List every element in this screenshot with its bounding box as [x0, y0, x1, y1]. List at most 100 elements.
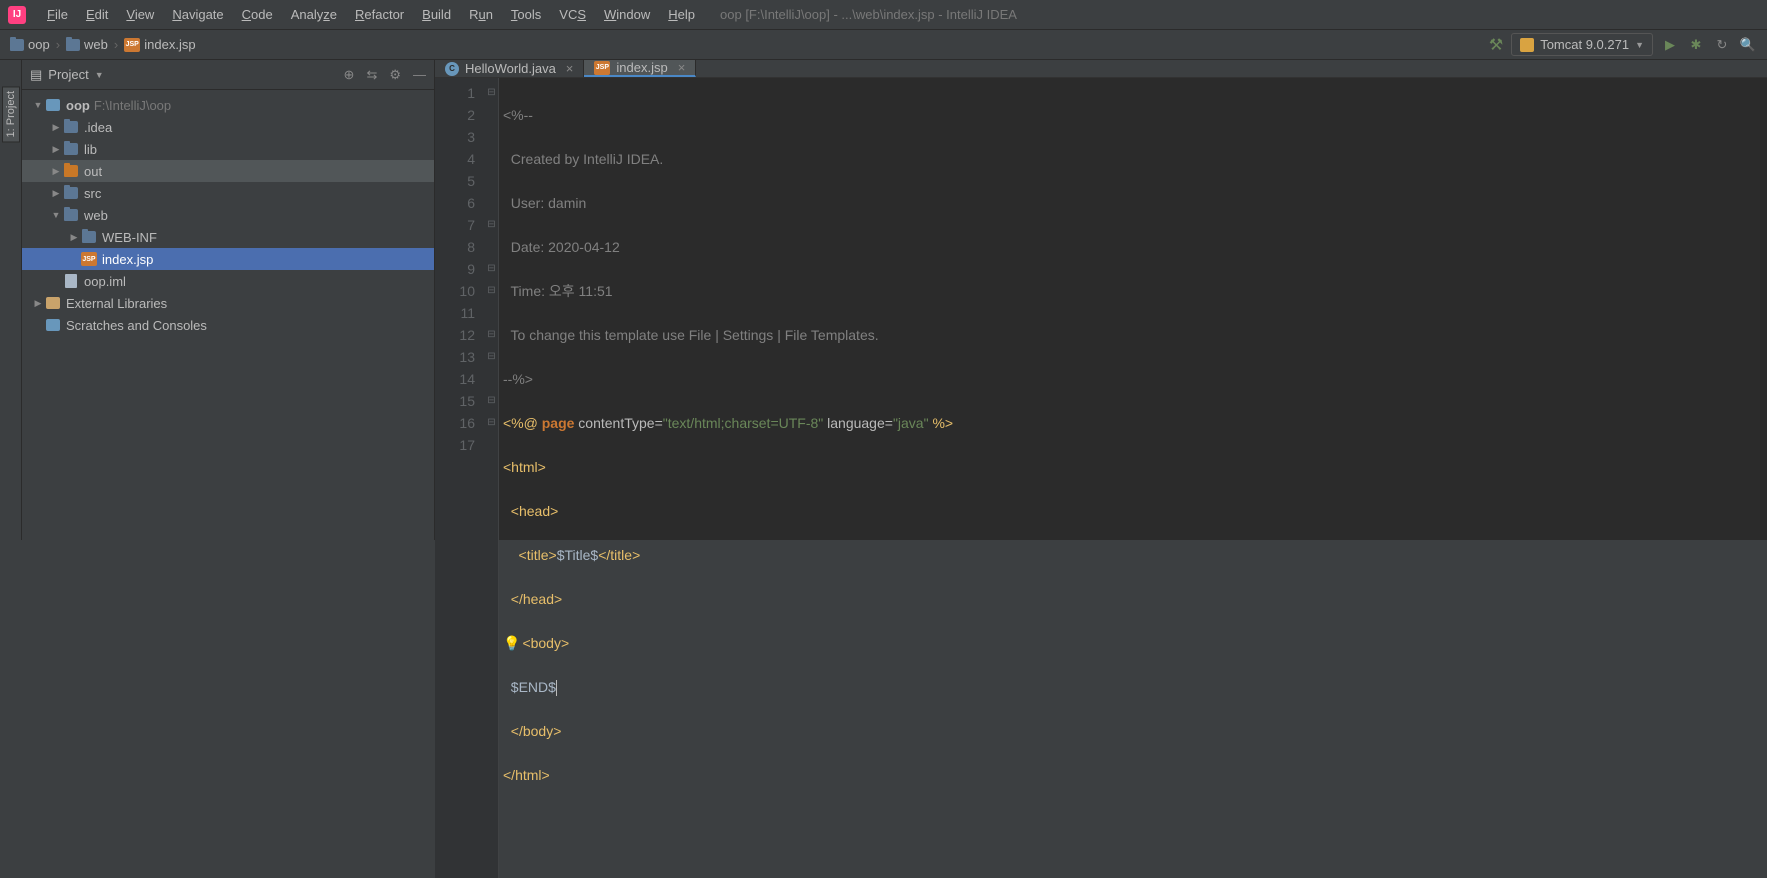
folder-icon — [82, 231, 96, 243]
arrow-down-icon[interactable]: ▼ — [32, 100, 44, 110]
editor-body[interactable]: 1234567891011121314151617 ⊟⊟⊟⊟⊟⊟⊟⊟ <%-- … — [435, 78, 1767, 878]
fold-end-icon[interactable]: ⊟ — [485, 390, 498, 412]
tree-extlib[interactable]: ▶External Libraries — [22, 292, 434, 314]
arrow-right-icon[interactable]: ▶ — [50, 166, 62, 177]
fold-start-icon[interactable]: ⊟ — [485, 82, 498, 104]
chevron-right-icon: › — [114, 37, 118, 52]
library-icon — [46, 297, 60, 309]
menu-build[interactable]: Build — [413, 7, 460, 22]
fold-end-icon[interactable]: ⊟ — [485, 324, 498, 346]
menu-refactor[interactable]: Refactor — [346, 7, 413, 22]
fold-start-icon[interactable]: ⊟ — [485, 258, 498, 280]
project-panel: ▤ Project ▼ ⊕ ⇆ ⚙ — ▼oopF:\IntelliJ\oop … — [22, 60, 435, 540]
tree-lib[interactable]: ▶lib — [22, 138, 434, 160]
close-tab-icon[interactable]: × — [566, 61, 574, 76]
jsp-icon: JSP — [594, 61, 610, 75]
tree-oopiml[interactable]: oop.iml — [22, 270, 434, 292]
jsp-icon: JSP — [81, 252, 97, 266]
fold-gutter[interactable]: ⊟⊟⊟⊟⊟⊟⊟⊟ — [485, 78, 499, 878]
search-everywhere-button[interactable]: 🔍 — [1739, 36, 1757, 54]
tab-helloworld[interactable]: C HelloWorld.java × — [435, 60, 584, 77]
run-button[interactable]: ▶ — [1661, 36, 1679, 54]
intention-bulb-icon[interactable]: 💡 — [503, 635, 520, 651]
code-area[interactable]: <%-- Created by IntelliJ IDEA. User: dam… — [499, 78, 1767, 878]
arrow-right-icon[interactable]: ▶ — [50, 188, 62, 199]
text-caret — [556, 680, 557, 696]
folder-icon — [64, 187, 78, 199]
crumb-indexjsp[interactable]: JSPindex.jsp — [124, 37, 195, 52]
menu-help[interactable]: Help — [659, 7, 704, 22]
tree-src[interactable]: ▶src — [22, 182, 434, 204]
crumb-web[interactable]: web — [66, 37, 108, 52]
tree-indexjsp[interactable]: JSPindex.jsp — [22, 248, 434, 270]
tree-web[interactable]: ▼web — [22, 204, 434, 226]
project-tool-tab[interactable]: 1: Project — [2, 86, 20, 142]
arrow-right-icon[interactable]: ▶ — [32, 298, 44, 309]
breadcrumb: oop › web › JSPindex.jsp — [10, 37, 196, 52]
fold-end-icon[interactable]: ⊟ — [485, 214, 498, 236]
expand-icon[interactable]: ⇆ — [366, 67, 377, 83]
chevron-down-icon: ▼ — [1635, 40, 1644, 50]
folder-icon — [66, 39, 80, 51]
menu-file[interactable]: File — [38, 7, 77, 22]
fold-start-icon[interactable]: ⊟ — [485, 346, 498, 368]
project-tree[interactable]: ▼oopF:\IntelliJ\oop ▶.idea ▶lib ▶out ▶sr… — [22, 90, 434, 340]
tree-scratch[interactable]: Scratches and Consoles — [22, 314, 434, 336]
module-icon — [46, 99, 60, 111]
menu-analyze[interactable]: Analyze — [282, 7, 346, 22]
run-config-label: Tomcat 9.0.271 — [1540, 37, 1629, 52]
arrow-right-icon[interactable]: ▶ — [50, 144, 62, 155]
tree-webinf[interactable]: ▶WEB-INF — [22, 226, 434, 248]
tool-window-left-bar: 1: Project — [0, 60, 22, 540]
toolbar-right: ⚒ Tomcat 9.0.271 ▼ ▶ ✱ ↻ 🔍 — [1489, 33, 1757, 56]
app-icon: IJ — [8, 6, 26, 24]
file-icon — [65, 274, 77, 288]
crumb-oop[interactable]: oop — [10, 37, 50, 52]
tree-root[interactable]: ▼oopF:\IntelliJ\oop — [22, 94, 434, 116]
menu-vcs[interactable]: VCS — [550, 7, 595, 22]
hide-panel-icon[interactable]: — — [413, 67, 426, 83]
menu-code[interactable]: Code — [233, 7, 282, 22]
line-number-gutter[interactable]: 1234567891011121314151617 — [435, 78, 485, 878]
editor-tabs: C HelloWorld.java × JSP index.jsp × — [435, 60, 1767, 78]
locate-icon[interactable]: ⊕ — [344, 67, 355, 83]
debug-button[interactable]: ✱ — [1687, 36, 1705, 54]
folder-icon — [64, 165, 78, 177]
close-tab-icon[interactable]: × — [678, 60, 686, 75]
menu-navigate[interactable]: Navigate — [163, 7, 232, 22]
menu-edit[interactable]: Edit — [77, 7, 117, 22]
fold-start-icon[interactable]: ⊟ — [485, 280, 498, 302]
menu-window[interactable]: Window — [595, 7, 659, 22]
project-view-select[interactable]: ▤ Project ▼ — [30, 67, 104, 83]
tomcat-icon — [1520, 38, 1534, 52]
menu-bar: IJ File Edit View Navigate Code Analyze … — [0, 0, 1767, 30]
folder-icon — [64, 121, 78, 133]
editor-area: C HelloWorld.java × JSP index.jsp × 1234… — [435, 60, 1767, 540]
nav-bar: oop › web › JSPindex.jsp ⚒ Tomcat 9.0.27… — [0, 30, 1767, 60]
arrow-right-icon[interactable]: ▶ — [50, 122, 62, 133]
fold-end-icon[interactable]: ⊟ — [485, 412, 498, 434]
menu-tools[interactable]: Tools — [502, 7, 550, 22]
folder-icon — [10, 39, 24, 51]
folder-icon — [64, 209, 78, 221]
run-config-select[interactable]: Tomcat 9.0.271 ▼ — [1511, 33, 1653, 56]
folder-icon — [64, 143, 78, 155]
chevron-right-icon: › — [56, 37, 60, 52]
jsp-icon: JSP — [124, 38, 140, 52]
java-class-icon: C — [445, 62, 459, 76]
settings-icon[interactable]: ⚙ — [389, 67, 401, 83]
chevron-down-icon: ▼ — [95, 70, 104, 80]
run-with-coverage-button[interactable]: ↻ — [1713, 36, 1731, 54]
menu-run[interactable]: Run — [460, 7, 502, 22]
build-icon[interactable]: ⚒ — [1489, 35, 1503, 55]
tab-indexjsp[interactable]: JSP index.jsp × — [584, 60, 696, 77]
project-view-icon: ▤ — [30, 67, 42, 83]
menu-view[interactable]: View — [117, 7, 163, 22]
tree-idea[interactable]: ▶.idea — [22, 116, 434, 138]
scratch-icon — [46, 319, 60, 331]
window-title: oop [F:\IntelliJ\oop] - ...\web\index.js… — [720, 7, 1017, 22]
arrow-down-icon[interactable]: ▼ — [50, 210, 62, 220]
arrow-right-icon[interactable]: ▶ — [68, 232, 80, 243]
tree-out[interactable]: ▶out — [22, 160, 434, 182]
project-panel-header: ▤ Project ▼ ⊕ ⇆ ⚙ — — [22, 60, 434, 90]
